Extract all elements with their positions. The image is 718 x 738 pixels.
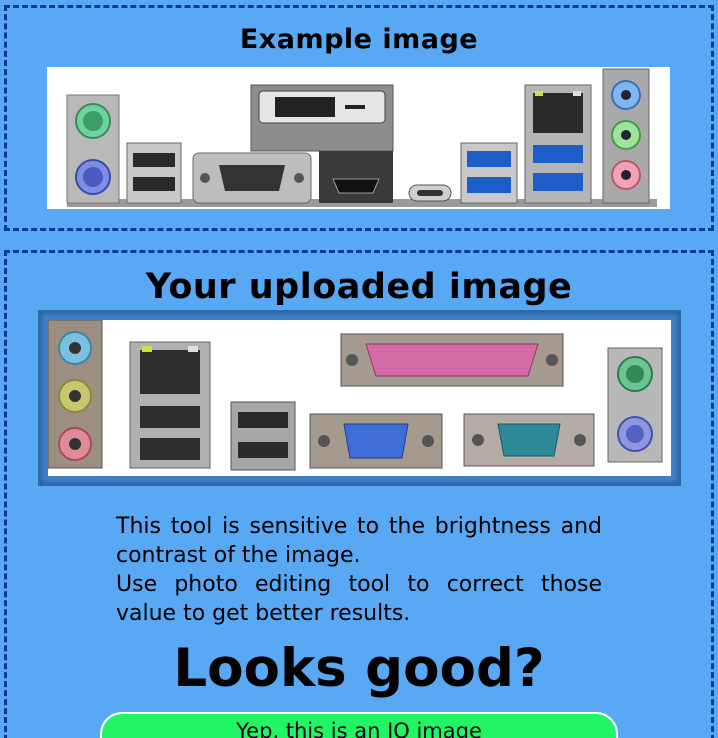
example-io-image — [47, 67, 670, 209]
vga-port-icon — [309, 413, 443, 469]
parallel-port-icon — [340, 333, 564, 387]
vga-port-icon — [192, 152, 312, 204]
example-title: Example image — [239, 24, 479, 55]
ethernet-port-icon — [129, 341, 211, 469]
audio-jack-icon — [47, 319, 103, 469]
verdict-heading: Looks good? — [173, 638, 545, 699]
dvi-port-icon — [250, 84, 394, 152]
ps2-port-icon — [607, 347, 663, 463]
notice-line-1: This tool is sensitive to the brightness… — [116, 514, 602, 568]
ps2-port-icon — [66, 94, 120, 204]
usb-port-icon — [126, 142, 182, 204]
audio-jack-icon — [602, 68, 650, 204]
serial-port-icon — [463, 413, 595, 467]
usb-port-icon — [230, 401, 296, 471]
ethernet-port-icon — [524, 84, 592, 204]
notice-line-2: Use photo editing tool to correct those … — [116, 572, 602, 626]
upload-title: Your uploaded image — [145, 267, 573, 307]
upload-panel: Your uploaded image This tool is sensiti… — [4, 250, 714, 738]
uploaded-image-frame — [38, 310, 681, 486]
example-panel: Example image — [4, 5, 714, 231]
hdmi-port-icon — [319, 151, 393, 203]
usb-c-port-icon — [408, 184, 452, 202]
brightness-notice: This tool is sensitive to the brightness… — [116, 512, 602, 628]
usb-port-icon — [460, 142, 518, 204]
confirm-io-image-button[interactable]: Yep, this is an IO image — [100, 712, 618, 738]
uploaded-io-image — [47, 319, 671, 476]
